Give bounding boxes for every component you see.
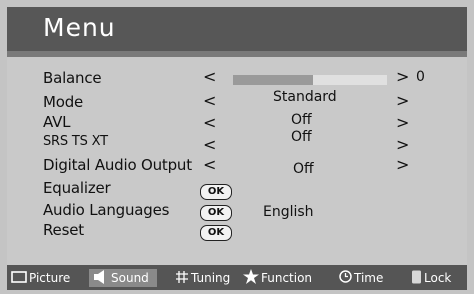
balance-right-arrow[interactable]: > xyxy=(396,69,409,85)
audio-languages-value: English xyxy=(263,204,314,220)
speaker-icon xyxy=(93,269,109,287)
tab-sound[interactable]: Sound xyxy=(89,269,157,287)
menu-window: Menu Balance < > 0 Mode < Standard > AVL… xyxy=(7,7,467,290)
digital-audio-output-label: Digital Audio Output xyxy=(43,156,192,174)
avl-value: Off xyxy=(291,112,312,128)
tuning-icon xyxy=(175,270,189,287)
tab-sound-label: Sound xyxy=(111,271,149,285)
clock-icon xyxy=(339,270,352,286)
star-icon xyxy=(243,269,259,287)
reset-ok-button[interactable]: OK xyxy=(200,225,232,241)
srs-right-arrow[interactable]: > xyxy=(396,137,409,153)
menu-title: Menu xyxy=(43,13,116,42)
digital-audio-output-value: Off xyxy=(293,161,314,177)
srs-left-arrow[interactable]: < xyxy=(203,137,216,153)
audio-languages-ok-button[interactable]: OK xyxy=(200,205,232,221)
tab-picture[interactable]: Picture xyxy=(11,269,70,287)
balance-label: Balance xyxy=(43,69,102,87)
mode-label: Mode xyxy=(43,93,84,111)
tab-lock-label: Lock xyxy=(424,271,452,285)
balance-slider-fill xyxy=(233,75,314,85)
tab-function[interactable]: Function xyxy=(243,269,312,287)
tab-lock[interactable]: Lock xyxy=(411,269,451,287)
srs-value: Off xyxy=(291,129,312,145)
avl-left-arrow[interactable]: < xyxy=(203,115,216,131)
tab-time-label: Time xyxy=(354,271,384,285)
srs-label: SRS TS XT xyxy=(43,134,108,149)
tab-time[interactable]: Time xyxy=(339,269,383,287)
avl-label: AVL xyxy=(43,113,71,131)
mode-value: Standard xyxy=(273,89,337,105)
tab-tuning[interactable]: Tuning xyxy=(175,269,230,287)
menu-category-bar: Picture Sound Tuning Function Time Lock xyxy=(7,265,467,290)
tab-tuning-label: Tuning xyxy=(191,271,231,285)
equalizer-label: Equalizer xyxy=(43,179,111,197)
balance-value: 0 xyxy=(416,69,425,85)
picture-icon xyxy=(11,270,27,286)
sound-settings: Balance < > 0 Mode < Standard > AVL < Of… xyxy=(7,57,467,263)
tab-function-label: Function xyxy=(261,271,313,285)
lock-icon xyxy=(411,270,422,287)
mode-right-arrow[interactable]: > xyxy=(396,93,409,109)
digital-audio-output-right-arrow[interactable]: > xyxy=(396,157,409,173)
audio-languages-label: Audio Languages xyxy=(43,201,170,219)
tab-picture-label: Picture xyxy=(29,271,71,285)
balance-slider[interactable] xyxy=(233,75,387,85)
avl-right-arrow[interactable]: > xyxy=(396,115,409,131)
equalizer-ok-button[interactable]: OK xyxy=(200,184,232,200)
mode-left-arrow[interactable]: < xyxy=(203,93,216,109)
digital-audio-output-left-arrow[interactable]: < xyxy=(203,157,216,173)
balance-left-arrow[interactable]: < xyxy=(203,69,216,85)
title-bar: Menu xyxy=(7,7,467,51)
reset-label: Reset xyxy=(43,221,84,239)
